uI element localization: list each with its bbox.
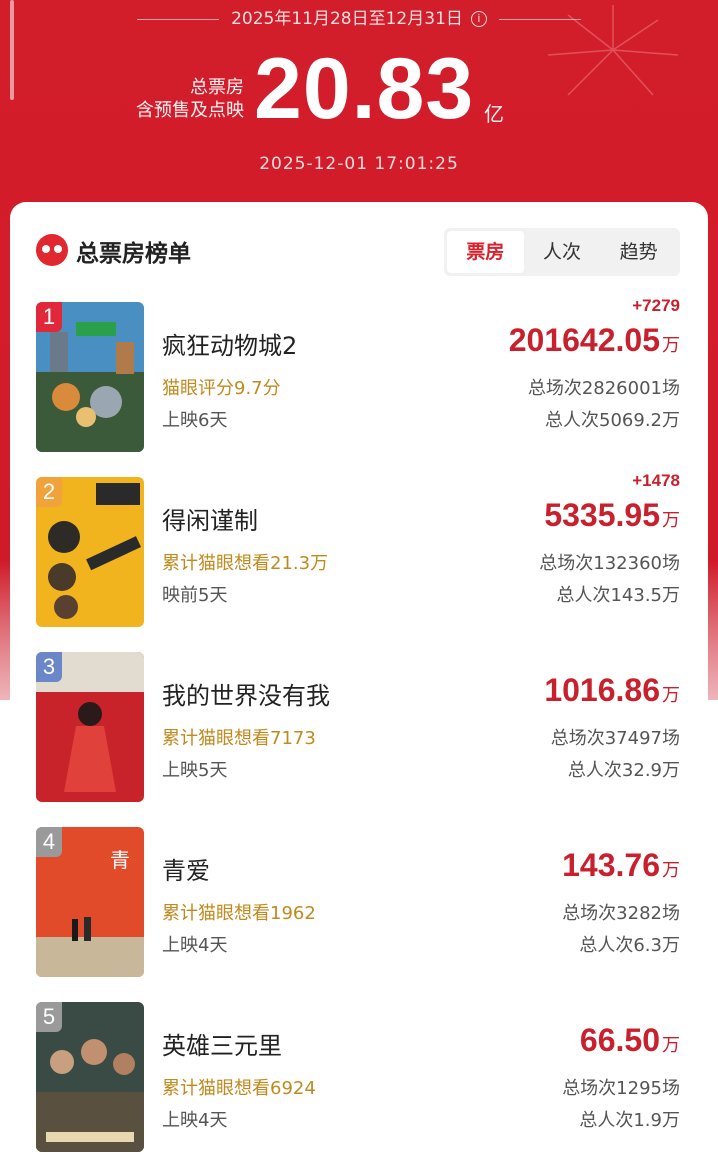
total-attendance: 总人次5069.2万: [545, 410, 680, 431]
divider-left: [137, 18, 220, 20]
movie-row[interactable]: 青 4 青爱 累计猫眼想看1962 上映4天 143.76 万 总场次3282场 …: [10, 827, 708, 977]
total-unit: 亿: [484, 102, 504, 126]
ranking-title: 总票房榜单: [76, 241, 191, 267]
movie-row[interactable]: 5 英雄三元里 累计猫眼想看6924 上映4天 66.50 万 总场次1295场 …: [10, 1002, 708, 1152]
total-label: 总票房 含预售及点映: [120, 76, 244, 122]
movie-want-to-see: 累计猫眼想看7173: [162, 728, 316, 749]
ranking-tabs: 票房 人次 趋势: [444, 228, 680, 276]
movie-poster[interactable]: 5: [36, 1002, 144, 1152]
tab-attendance[interactable]: 人次: [524, 231, 601, 273]
movie-rating: 猫眼评分9.7分: [162, 378, 281, 399]
movie-want-to-see: 累计猫眼想看21.3万: [162, 553, 329, 574]
divider-right: [498, 18, 581, 20]
gross-unit: 万: [662, 685, 680, 706]
gross-value: 143.76: [562, 847, 660, 883]
movie-release-status: 映前5天: [162, 585, 228, 606]
box-office-gross: 5335.95 万: [544, 497, 680, 534]
date-range-text: 2025年11月28日至12月31日: [231, 9, 463, 29]
gross-unit: 万: [662, 1035, 680, 1056]
total-attendance: 总人次32.9万: [567, 760, 680, 781]
gross-value: 5335.95: [544, 497, 660, 533]
movie-poster[interactable]: 青 4: [36, 827, 144, 977]
gross-value: 201642.05: [508, 322, 660, 358]
box-office-delta: +1478: [632, 471, 680, 490]
rank-badge: 4: [36, 827, 62, 857]
total-shows: 总场次3282场: [562, 903, 680, 924]
total-shows: 总场次37497场: [550, 728, 680, 749]
tab-trend[interactable]: 趋势: [600, 231, 677, 273]
movie-release-status: 上映6天: [162, 410, 228, 431]
box-office-gross: 201642.05 万: [509, 322, 680, 359]
total-label-line2: 含预售及点映: [136, 100, 244, 121]
movie-want-to-see: 累计猫眼想看6924: [162, 1078, 316, 1099]
movie-title: 得闲谨制: [162, 507, 258, 535]
total-shows: 总场次1295场: [562, 1078, 680, 1099]
movie-title: 我的世界没有我: [162, 682, 330, 710]
total-attendance: 总人次143.5万: [556, 585, 680, 606]
date-range: 2025年11月28日至12月31日 i: [0, 4, 718, 29]
ranking-card: 总票房榜单 票房 人次 趋势 1 疯狂动物城2 猫眼评分9.7分 上映6天 +7…: [10, 202, 708, 1164]
box-office-delta: +7279: [632, 296, 680, 315]
movie-row[interactable]: 2 得闲谨制 累计猫眼想看21.3万 映前5天 +1478 5335.95 万 总…: [10, 471, 708, 627]
rank-badge: 3: [36, 652, 62, 682]
movie-want-to-see: 累计猫眼想看1962: [162, 903, 316, 924]
movie-row[interactable]: 1 疯狂动物城2 猫眼评分9.7分 上映6天 +7279 201642.05 万 …: [10, 296, 708, 452]
box-office-gross: 1016.86 万: [544, 672, 680, 709]
movie-poster[interactable]: 3: [36, 652, 144, 802]
rank-badge: 1: [36, 302, 62, 332]
maoyan-cat-icon: [36, 234, 68, 266]
movie-release-status: 上映4天: [162, 1110, 228, 1131]
info-icon[interactable]: i: [470, 11, 487, 27]
total-shows: 总场次2826001场: [527, 378, 680, 399]
gross-value: 1016.86: [544, 672, 660, 708]
movie-release-status: 上映4天: [162, 935, 228, 956]
tab-box-office[interactable]: 票房: [447, 231, 524, 273]
rank-badge: 5: [36, 1002, 62, 1032]
gross-unit: 万: [662, 510, 680, 531]
movie-poster[interactable]: 1: [36, 302, 144, 452]
gross-unit: 万: [662, 335, 680, 356]
total-attendance: 总人次6.3万: [579, 935, 680, 956]
svg-text:青: 青: [110, 848, 130, 872]
box-office-gross: 66.50 万: [580, 1022, 680, 1059]
box-office-gross: 143.76 万: [562, 847, 680, 884]
rank-badge: 2: [36, 477, 62, 507]
total-box-office-value: 20.83: [254, 41, 475, 137]
movie-title: 英雄三元里: [162, 1032, 282, 1060]
gross-unit: 万: [662, 860, 680, 881]
total-shows: 总场次132360场: [539, 553, 680, 574]
total-attendance: 总人次1.9万: [579, 1110, 680, 1131]
movie-poster[interactable]: 2: [36, 477, 144, 627]
movie-title: 青爱: [162, 857, 210, 885]
total-label-line1: 总票房: [190, 77, 244, 98]
update-timestamp: 2025-12-01 17:01:25: [259, 154, 459, 174]
ranking-header: 总票房榜单 票房 人次 趋势: [10, 202, 708, 292]
movie-title: 疯狂动物城2: [162, 332, 298, 360]
movie-row[interactable]: 3 我的世界没有我 累计猫眼想看7173 上映5天 1016.86 万 总场次37…: [10, 652, 708, 802]
movie-release-status: 上映5天: [162, 760, 228, 781]
gross-value: 66.50: [579, 1022, 660, 1058]
